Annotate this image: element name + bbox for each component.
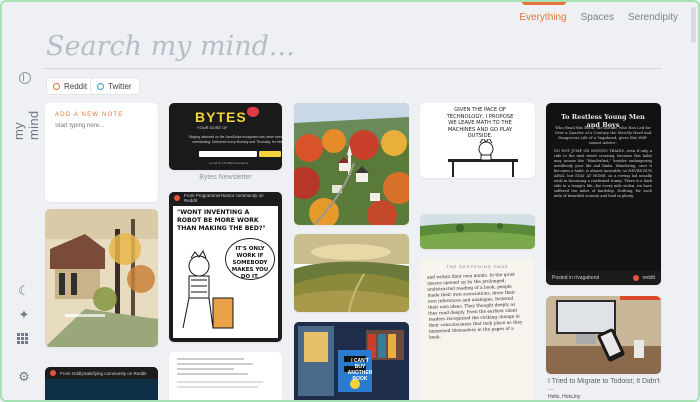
book-page-text: and within their own minds. In the quiet…	[426, 272, 523, 341]
text-note-card[interactable]	[169, 352, 282, 400]
desk-phone-image	[546, 296, 661, 374]
autumn-village-photo-card[interactable]	[294, 103, 409, 225]
filter-label: Twitter	[108, 81, 132, 91]
left-rail: my mind ☾ ✦ ⚙	[2, 2, 42, 400]
card-caption[interactable]: Bytes Newsletter	[169, 174, 282, 181]
post-source: From ProgrammerHumor community on Reddit	[169, 192, 282, 204]
woodblock-forest-image	[45, 209, 158, 347]
book-body: DO NOT JUMP ON MOVING TRAINS, even if on…	[554, 149, 652, 198]
post-footer: Posted in r/vagabond reddit	[546, 271, 661, 285]
post-source: From OddlySatisfying community on Reddit	[45, 367, 158, 379]
brand-logo[interactable]: my mind	[11, 90, 41, 140]
shirt-text: I CAN'T BUY ANOTHER BOOK	[347, 358, 373, 382]
email-field[interactable]	[199, 151, 257, 157]
tab-serendipity[interactable]: Serendipity	[628, 12, 678, 23]
filter-chip-reddit[interactable]: Reddit	[46, 77, 96, 95]
green-fields-image	[420, 214, 535, 249]
filter-chip-twitter[interactable]: Twitter	[90, 77, 140, 95]
get-bytes-button[interactable]	[259, 151, 281, 157]
calvin-robot-comic-card[interactable]: From ProgrammerHumor community on Reddit…	[169, 192, 282, 342]
active-tab-indicator	[522, 2, 566, 5]
calvin-math-comic-card[interactable]: GIVEN THE PACE OF TECHNOLOGY, I PROPOSE …	[420, 103, 535, 178]
bytes-tagline: YOUR DOSE OF	[197, 125, 228, 130]
brain-icon	[19, 72, 31, 84]
autumn-village-image	[294, 103, 409, 225]
grid-icon[interactable]	[17, 333, 28, 344]
calvin-desk-illustration	[448, 139, 518, 177]
filter-label: Reddit	[64, 81, 88, 91]
rolling-hills-image	[294, 234, 409, 312]
greeting-text: Hello, HotsJoy	[548, 394, 581, 400]
book-page-header: THE DEEPENING PAGE	[446, 264, 509, 269]
new-note-input[interactable]	[55, 123, 155, 129]
tab-spaces[interactable]: Spaces	[581, 12, 614, 23]
moon-icon[interactable]: ☾	[16, 284, 32, 300]
reddit-icon	[633, 275, 640, 281]
bytes-description: Staying informed on the JavaScript ecosy…	[188, 135, 282, 144]
todoist-article-card[interactable]	[546, 296, 661, 374]
search-divider	[44, 68, 662, 69]
bytes-newsletter-card[interactable]: BYTES YOUR DOSE OF Staying informed on t…	[169, 103, 282, 170]
reddit-icon	[53, 82, 60, 90]
new-note-card[interactable]: ADD A NEW NOTE	[45, 103, 158, 202]
bytes-logo: BYTES	[195, 109, 247, 125]
sparkle-icon[interactable]: ✦	[16, 308, 32, 324]
vagabond-book-card[interactable]: To Restless Young Men and Boys Who Read …	[546, 103, 661, 285]
subscribe-form[interactable]	[199, 151, 281, 157]
book-page-photo-card[interactable]: THE DEEPENING PAGE and within their own …	[420, 258, 535, 400]
bookstore-photo-card[interactable]: I CAN'T BUY ANOTHER BOOK	[294, 322, 409, 400]
reddit-post-card[interactable]: From OddlySatisfying community on Reddit	[45, 367, 158, 400]
search-input[interactable]	[46, 26, 659, 66]
reddit-icon	[174, 195, 180, 201]
gear-icon[interactable]: ⚙	[16, 370, 32, 386]
new-note-label: ADD A NEW NOTE	[55, 112, 124, 118]
tab-everything[interactable]: Everything	[519, 12, 566, 23]
app-window: my mind ☾ ✦ ⚙ Everything Spaces Serendip…	[0, 0, 700, 402]
calvin-illustration	[182, 250, 234, 329]
rolling-hills-photo-card[interactable]	[294, 234, 409, 312]
green-fields-photo-card[interactable]	[420, 214, 535, 249]
reddit-source: reddit	[633, 275, 655, 281]
japanese-print-card[interactable]	[45, 209, 158, 347]
top-nav: Everything Spaces Serendipity	[519, 12, 678, 23]
speech-bubble: "WONT INVENTING A ROBOT BE MORE WORK THA…	[177, 209, 266, 232]
comic-text: GIVEN THE PACE OF TECHNOLOGY, I PROPOSE …	[446, 107, 514, 139]
lips-icon	[247, 107, 259, 117]
bytes-footer: Loved by 175,000 developers	[209, 161, 249, 165]
twitter-icon	[97, 82, 104, 90]
posted-in-label: Posted in r/vagabond	[552, 275, 600, 281]
scrollbar[interactable]	[691, 7, 696, 43]
book-subtitle: Who Read this Book, the Author, who Has …	[554, 125, 652, 145]
article-caption[interactable]: I Tried to Migrate to Todoist; It Didn't…	[548, 378, 666, 392]
